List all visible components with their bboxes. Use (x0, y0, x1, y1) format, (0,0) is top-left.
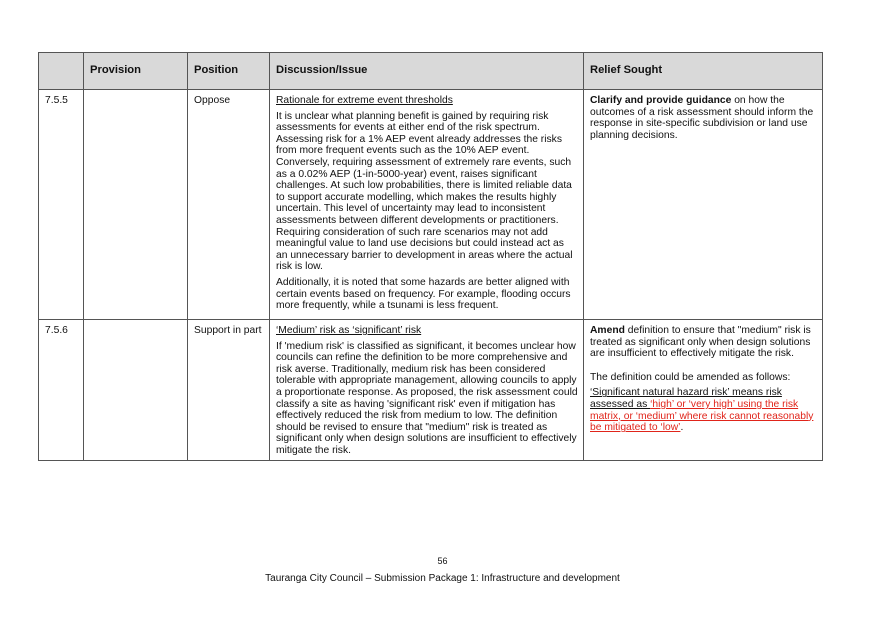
row-provision (83, 319, 188, 461)
table-row: 7.5.6 Support in part ‘Medium’ risk as ‘… (38, 319, 823, 461)
page-number: 56 (437, 556, 448, 566)
definition-end: . (680, 422, 684, 434)
discussion-heading: Rationale for extreme event thresholds (276, 95, 453, 106)
discussion-heading: ‘Medium’ risk as ‘significant’ risk (276, 325, 422, 336)
submission-table: Provision Position Discussion/Issue Reli… (38, 52, 823, 461)
row-position: Oppose (187, 89, 270, 320)
header-ref (38, 52, 84, 90)
row-relief: Amend definition to ensure that "medium"… (583, 319, 823, 461)
row-provision (83, 89, 188, 320)
row-discussion: Rationale for extreme event thresholds I… (269, 89, 584, 320)
table-header-row: Provision Position Discussion/Issue Reli… (38, 52, 823, 90)
discussion-paragraph: If 'medium risk' is classified as signif… (276, 340, 578, 456)
row-ref: 7.5.5 (38, 89, 84, 320)
footer-text: Tauranga City Council – Submission Packa… (265, 573, 620, 584)
header-provision: Provision (83, 52, 188, 90)
row-position: Support in part (187, 319, 270, 461)
relief-paragraph: Amend definition to ensure that "medium"… (590, 325, 817, 360)
header-relief: Relief Sought (583, 52, 823, 90)
discussion-paragraph: It is unclear what planning benefit is g… (276, 110, 573, 273)
table-row: 7.5.5 Oppose Rationale for extreme event… (38, 89, 823, 320)
relief-paragraph: Clarify and provide guidance on how the … (590, 95, 817, 141)
row-ref: 7.5.6 (38, 319, 84, 461)
header-discussion: Discussion/Issue (269, 52, 584, 90)
header-position: Position (187, 52, 270, 90)
relief-paragraph: The definition could be amended as follo… (590, 371, 791, 383)
relief-definition: ‘Significant natural hazard risk’ means … (590, 387, 817, 433)
row-discussion: ‘Medium’ risk as ‘significant’ risk If '… (269, 319, 584, 461)
row-relief: Clarify and provide guidance on how the … (583, 89, 823, 320)
relief-bold: Amend (590, 325, 625, 336)
discussion-paragraph: Additionally, it is noted that some haza… (276, 276, 571, 312)
relief-bold: Clarify and provide guidance (590, 95, 732, 106)
